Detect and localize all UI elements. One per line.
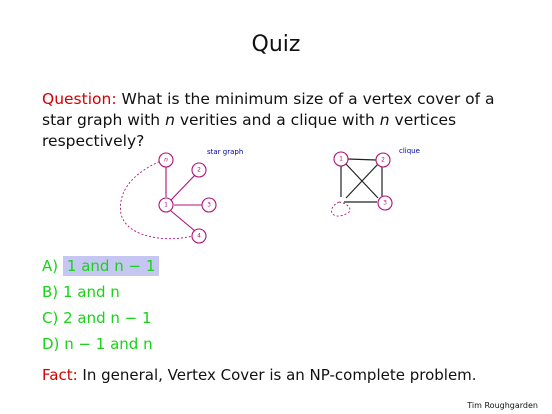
star-node-n: n (158, 152, 174, 168)
clique-node-3: 3 (377, 195, 393, 211)
star-node-3: 3 (201, 197, 217, 213)
clique-label: clique (399, 147, 420, 155)
star-node-1-label: 1 (164, 202, 168, 209)
answer-a-text: 1 and n − 1 (62, 256, 160, 276)
answer-d[interactable]: D) n − 1 and n (42, 334, 153, 354)
question-label: Question: (42, 90, 117, 108)
star-cover-dashed-path (120, 159, 197, 240)
star-node-2: 2 (191, 162, 207, 178)
clique-node-1-label: 1 (339, 156, 343, 163)
star-node-4: 4 (191, 228, 207, 244)
star-edge-1-2 (170, 174, 196, 201)
answer-b-text: 1 and n (62, 283, 120, 301)
star-node-3-label: 3 (207, 202, 211, 209)
clique-edge-1-2 (347, 158, 377, 161)
answer-d-letter: D) (42, 335, 60, 353)
answer-c[interactable]: C) 2 and n − 1 (42, 308, 152, 328)
fact-text: In general, Vertex Cover is an NP-comple… (82, 366, 477, 384)
answer-b[interactable]: B) 1 and n (42, 282, 120, 302)
fact-line: Fact: In general, Vertex Cover is an NP-… (42, 366, 477, 384)
question-variable-n2: n (379, 111, 390, 129)
star-node-4-label: 4 (197, 233, 201, 240)
question-body-2: verities and a clique with (179, 111, 375, 129)
star-node-n-label: n (164, 157, 168, 164)
answer-b-letter: B) (42, 283, 59, 301)
star-node-1: 1 (158, 197, 174, 213)
clique-cover-dashed-path (331, 201, 351, 217)
slide: Quiz Question: What is the minimum size … (0, 0, 552, 414)
answer-d-text: n − 1 and n (64, 335, 153, 353)
clique-node-2: 2 (375, 152, 391, 168)
clique-graph: clique 1 2 3 (331, 147, 420, 217)
author-credit: Tim Roughgarden (467, 401, 538, 410)
star-node-2-label: 2 (197, 167, 201, 174)
clique-node-3-label: 3 (383, 200, 387, 207)
star-graph: star graph n 2 1 3 4 (120, 148, 243, 244)
answer-c-letter: C) (42, 309, 59, 327)
answer-c-text: 2 and n − 1 (63, 309, 152, 327)
clique-node-1: 1 (333, 151, 349, 167)
answer-a[interactable]: A) 1 and n − 1 (42, 256, 160, 276)
clique-node-2-label: 2 (381, 157, 385, 164)
fact-label: Fact: (42, 366, 78, 384)
slide-title: Quiz (251, 32, 301, 57)
answer-a-letter: A) (42, 257, 59, 275)
graph-diagram: star graph n 2 1 3 4 clique 1 2 3 (120, 147, 420, 244)
question-variable-n1: n (165, 111, 175, 129)
star-edge-1-4 (170, 210, 196, 232)
star-graph-label: star graph (207, 148, 243, 156)
